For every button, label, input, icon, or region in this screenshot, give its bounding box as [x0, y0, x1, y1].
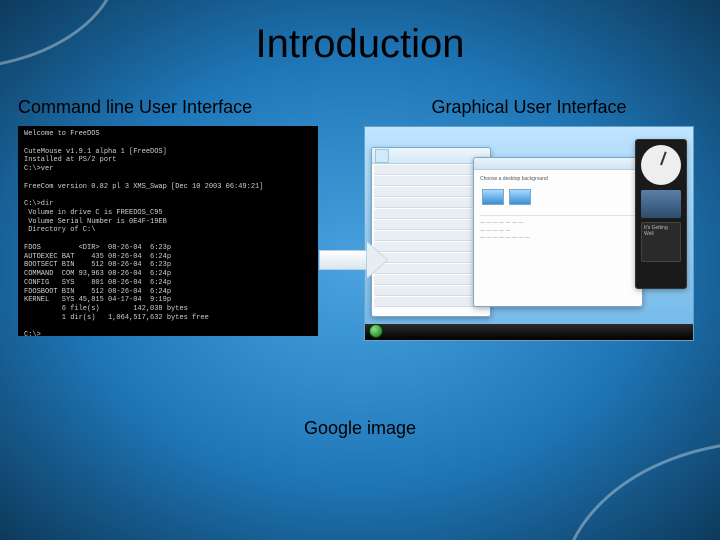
start-menu-item — [374, 286, 488, 296]
start-menu-item — [374, 231, 488, 241]
start-menu-item — [374, 176, 488, 186]
content-columns: Command line User Interface Welcome to F… — [0, 67, 720, 341]
start-menu-item — [374, 198, 488, 208]
start-menu-item — [374, 187, 488, 197]
user-avatar-icon — [375, 149, 389, 163]
wallpaper-thumb — [509, 189, 531, 205]
start-menu-item — [374, 209, 488, 219]
slide-title: Introduction — [0, 0, 720, 67]
start-menu-item — [374, 220, 488, 230]
feed-gadget: It's Getting Well — [641, 222, 681, 262]
cli-label: Command line User Interface — [18, 97, 318, 118]
taskbar — [365, 324, 693, 340]
left-column: Command line User Interface Welcome to F… — [18, 97, 318, 341]
cli-screenshot: Welcome to FreeDOS CuteMouse v1.9.1 alph… — [18, 126, 318, 336]
wallpaper-thumb — [482, 189, 504, 205]
arrow-body — [319, 250, 367, 270]
start-menu-item — [374, 165, 488, 175]
arrow-head-icon — [367, 242, 387, 278]
gui-screenshot: Choose a desktop background — — — — — — … — [364, 126, 694, 341]
photo-gadget — [641, 190, 681, 218]
transition-arrow — [318, 240, 388, 280]
start-button-icon — [369, 324, 383, 338]
start-menu-item — [374, 253, 488, 263]
feed-gadget-text: It's Getting Well — [644, 225, 668, 237]
decor-arc-bottom-right — [560, 440, 720, 540]
start-menu-item — [374, 275, 488, 285]
image-caption: Google image — [0, 418, 720, 439]
sidebar-gadgets: It's Getting Well — [635, 139, 687, 289]
start-menu-item — [374, 264, 488, 274]
cli-text: Welcome to FreeDOS CuteMouse v1.9.1 alph… — [24, 130, 263, 336]
clock-gadget-icon — [641, 145, 681, 185]
control-panel-window: Choose a desktop background — — — — — — … — [473, 157, 643, 307]
window-hint: Choose a desktop background — [480, 176, 636, 184]
gui-label: Graphical User Interface — [364, 97, 694, 118]
right-column: Graphical User Interface — [364, 97, 694, 341]
start-menu-item — [374, 242, 488, 252]
window-titlebar — [474, 158, 642, 170]
start-menu-item — [374, 297, 488, 307]
slide: Introduction Command line User Interface… — [0, 0, 720, 540]
window-body: Choose a desktop background — — — — — — … — [474, 170, 642, 249]
